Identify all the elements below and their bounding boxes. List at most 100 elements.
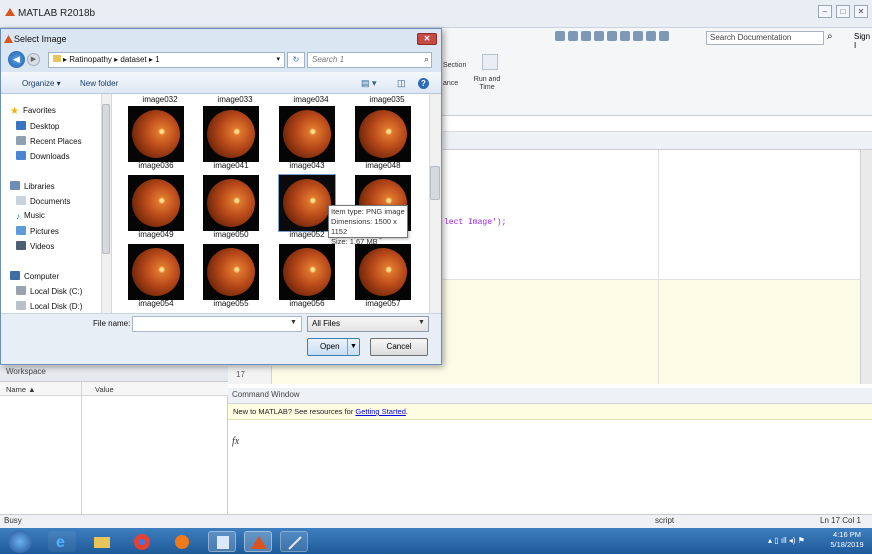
image-thumbnail[interactable] <box>355 244 411 300</box>
breadcrumb[interactable]: ▸ Ratinopathy ▸ dataset ▸ 1 ▾ <box>48 52 285 68</box>
file-label[interactable]: image048 <box>348 161 418 170</box>
file-name-input[interactable] <box>132 316 302 332</box>
current-folder-bar[interactable] <box>443 116 872 132</box>
word-icon[interactable] <box>208 531 236 552</box>
nav-local-disk-c[interactable]: Local Disk (C:) <box>16 286 82 296</box>
help-icon[interactable]: ? <box>418 78 429 89</box>
nav-recent-places[interactable]: Recent Places <box>16 136 82 146</box>
nav-computer[interactable]: Computer <box>10 271 59 281</box>
file-label[interactable]: image041 <box>196 161 266 170</box>
chevron-down-icon[interactable]: ▼ <box>290 319 297 326</box>
file-explorer-icon[interactable] <box>88 531 116 552</box>
image-thumbnail[interactable] <box>128 106 184 162</box>
section-button[interactable]: Section <box>443 62 466 69</box>
preview-pane-icon[interactable]: ◫ <box>397 78 406 89</box>
paint-icon[interactable] <box>280 531 308 552</box>
image-thumbnail[interactable] <box>128 244 184 300</box>
nav-downloads[interactable]: Downloads <box>16 151 70 161</box>
workspace-header[interactable]: Workspace <box>0 366 228 382</box>
search-icon[interactable]: ⌕ <box>827 31 833 42</box>
run-and-time-button[interactable]: Run and Time <box>472 76 502 92</box>
command-window-header[interactable]: Command Window <box>228 388 872 404</box>
cut-icon[interactable] <box>568 31 578 41</box>
code-line[interactable]: lect Image'); <box>444 218 506 227</box>
image-thumbnail[interactable] <box>128 175 184 231</box>
new-folder-button[interactable]: New folder <box>80 79 118 88</box>
file-label[interactable]: image050 <box>196 230 266 239</box>
matlab-taskbar-icon[interactable] <box>244 531 272 552</box>
nav-videos[interactable]: Videos <box>16 241 54 251</box>
start-button[interactable] <box>8 530 32 553</box>
run-and-time-icon[interactable] <box>482 54 498 70</box>
editor-tabs[interactable] <box>443 132 872 150</box>
dialog-titlebar[interactable] <box>1 29 441 49</box>
refresh-button[interactable]: ↻ <box>287 52 305 68</box>
help-icon[interactable] <box>646 31 656 41</box>
column-value-header[interactable]: Value <box>95 385 114 394</box>
editor-scrollbar[interactable] <box>860 150 872 384</box>
chrome-icon[interactable] <box>128 531 156 552</box>
run-and-advance-button[interactable]: ance <box>443 80 458 87</box>
nav-music[interactable]: ♪ Music <box>16 211 45 221</box>
fx-icon[interactable]: fx <box>232 436 239 447</box>
quick-access-toolbar[interactable] <box>555 31 700 45</box>
ie-icon[interactable]: e <box>48 531 76 552</box>
file-label[interactable]: image035 <box>352 95 422 104</box>
file-label[interactable]: image055 <box>196 299 266 308</box>
taskbar-clock[interactable]: 4:16 PM 5/18/2019 <box>826 530 868 550</box>
sign-in-link[interactable]: Sign I <box>854 32 872 50</box>
minimize-button[interactable]: – <box>818 5 832 18</box>
workspace-body[interactable] <box>0 396 228 514</box>
save-icon[interactable] <box>555 31 565 41</box>
image-thumbnail[interactable] <box>203 106 259 162</box>
switch-windows-icon[interactable] <box>633 31 643 41</box>
file-label[interactable]: image033 <box>200 95 270 104</box>
search-documentation-input[interactable]: Search Documentation <box>706 31 824 45</box>
command-window-body[interactable] <box>228 420 872 514</box>
paste-icon[interactable] <box>594 31 604 41</box>
nav-libraries[interactable]: Libraries <box>10 181 55 191</box>
chevron-down-icon[interactable]: ▼ <box>418 319 425 326</box>
back-icon[interactable]: ◀ <box>8 51 25 68</box>
file-label[interactable]: image056 <box>272 299 342 308</box>
file-label[interactable]: image032 <box>125 95 195 104</box>
options-icon[interactable] <box>659 31 669 41</box>
image-thumbnail[interactable] <box>355 106 411 162</box>
forward-icon[interactable]: ▶ <box>27 53 40 66</box>
undo-icon[interactable] <box>607 31 617 41</box>
system-tray-icons[interactable]: ▴ ▯ ıll ◂) ⚑ <box>768 536 805 545</box>
search-icon[interactable]: ⌕ <box>424 54 429 65</box>
maximize-button[interactable]: □ <box>836 5 850 18</box>
chevron-down-icon[interactable]: ▾ <box>276 55 280 63</box>
files-scroll-thumb[interactable] <box>430 166 440 200</box>
getting-started-link[interactable]: Getting Started <box>355 407 405 416</box>
file-label[interactable]: image043 <box>272 161 342 170</box>
file-label[interactable]: image057 <box>348 299 418 308</box>
image-thumbnail[interactable] <box>279 244 335 300</box>
file-label[interactable]: image036 <box>121 161 191 170</box>
column-name-header[interactable]: Name ▲ <box>6 385 36 394</box>
column-divider[interactable] <box>81 382 82 514</box>
dialog-close-button[interactable]: ✕ <box>417 33 437 45</box>
nav-desktop[interactable]: Desktop <box>16 121 59 131</box>
change-view-icon[interactable]: ▤ ▾ <box>361 78 377 89</box>
cancel-button[interactable]: Cancel <box>370 338 428 356</box>
nav-documents[interactable]: Documents <box>16 196 70 206</box>
organize-button[interactable]: Organize ▾ <box>22 79 61 88</box>
files-scrollbar[interactable] <box>429 94 441 313</box>
nav-favorites[interactable]: ★ Favorites <box>10 106 56 117</box>
file-label[interactable]: image049 <box>121 230 191 239</box>
redo-icon[interactable] <box>620 31 630 41</box>
nav-local-disk-d[interactable]: Local Disk (D:) <box>16 301 82 311</box>
file-type-select[interactable]: All Files <box>307 316 429 332</box>
image-thumbnail[interactable] <box>203 244 259 300</box>
image-thumbnail[interactable] <box>203 175 259 231</box>
file-label[interactable]: image054 <box>121 299 191 308</box>
image-thumbnail[interactable] <box>279 106 335 162</box>
nav-scroll-thumb[interactable] <box>102 104 110 254</box>
nav-pictures[interactable]: Pictures <box>16 226 59 236</box>
file-label[interactable]: image034 <box>276 95 346 104</box>
open-options-dropdown[interactable]: ▼ <box>347 339 359 355</box>
media-player-icon[interactable] <box>168 531 196 552</box>
close-window-button[interactable]: ✕ <box>854 5 868 18</box>
